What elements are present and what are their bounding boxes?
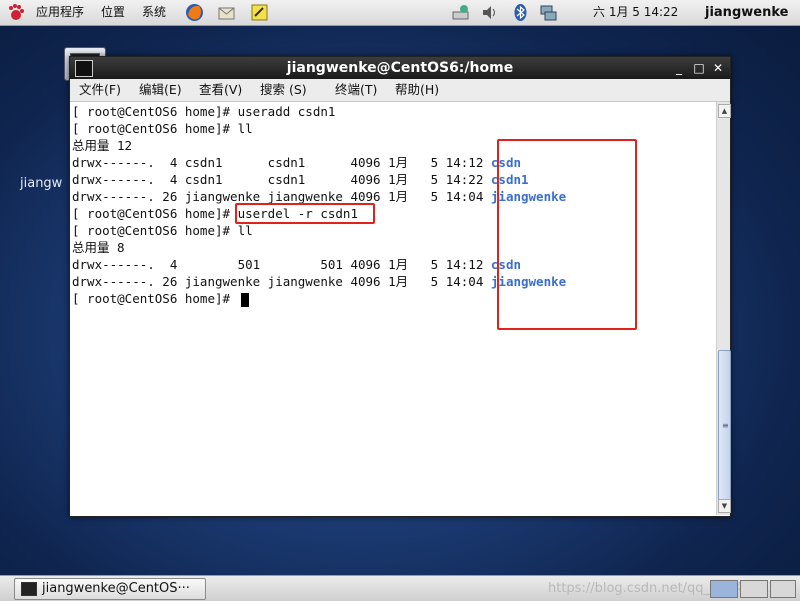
terminal-line: 总用量 8 [72, 240, 125, 255]
clock[interactable]: 六 1月 5 14:22 [593, 0, 678, 25]
user-menu[interactable]: jiangwenke [705, 0, 788, 25]
taskbar-window-button[interactable]: jiangwenke@CentOS··· [14, 578, 206, 600]
scroll-up-icon[interactable]: ▲ [718, 104, 731, 118]
window-title: jiangwenke@CentOS6:/home [286, 60, 514, 76]
text-cursor [241, 293, 249, 307]
close-icon[interactable]: ✕ [711, 61, 725, 75]
network-manager-icon[interactable] [539, 3, 558, 22]
terminal-output[interactable]: [ root@CentOS6 home]# useradd csdn1 [ ro… [70, 102, 716, 515]
maximize-icon[interactable]: □ [692, 61, 706, 75]
terminal-line: [ root@CentOS6 home]# ll [72, 121, 253, 136]
terminal-line: drwx------. 4 501 501 4096 1月 5 14:12 cs… [72, 257, 521, 272]
scroll-down-icon[interactable]: ▼ [718, 499, 731, 513]
desktop-icon-label: jiangw [20, 176, 63, 191]
menu-applications[interactable]: 应用程序 [36, 0, 84, 25]
vertical-scrollbar[interactable]: ▲ ≡ ▼ [716, 102, 731, 515]
top-panel: 应用程序 位置 系统 六 1月 5 14:22 jiangwenke [0, 0, 800, 26]
terminal-icon [21, 582, 37, 596]
trash-icon[interactable] [770, 580, 796, 598]
volume-icon[interactable] [480, 3, 499, 22]
terminal-line: [ root@CentOS6 home]# [72, 291, 238, 306]
menu-system[interactable]: 系统 [142, 0, 166, 25]
terminal-line: [ root@CentOS6 home]# useradd csdn1 [72, 104, 336, 119]
bluetooth-icon[interactable] [511, 3, 530, 22]
minimize-icon[interactable]: _ [672, 61, 686, 75]
terminal-line: drwx------. 4 csdn1 csdn1 4096 1月 5 14:1… [72, 155, 521, 170]
workspace-1[interactable] [710, 580, 738, 598]
menu-terminal[interactable]: 终端(T) [335, 79, 377, 101]
annotation-box-command [235, 203, 375, 224]
firefox-icon[interactable] [185, 3, 204, 22]
text-editor-icon[interactable] [250, 3, 269, 22]
network-status-icon[interactable] [451, 3, 470, 22]
menu-help[interactable]: 帮助(H) [395, 79, 439, 101]
gnome-foot-icon[interactable] [6, 3, 25, 22]
terminal-line: drwx------. 26 jiangwenke jiangwenke 409… [72, 274, 567, 289]
bottom-panel: jiangwenke@CentOS··· https://blog.csdn.n… [0, 575, 800, 601]
taskbar-label: jiangwenke@CentOS··· [42, 581, 190, 596]
menu-search[interactable]: 搜索 (S) [260, 79, 307, 101]
mail-client-icon[interactable] [217, 3, 236, 22]
menu-view[interactable]: 查看(V) [199, 79, 242, 101]
terminal-line: 总用量 12 [72, 138, 133, 153]
terminal-window: jiangwenke@CentOS6:/home _ □ ✕ 文件(F) 编辑(… [69, 56, 731, 517]
menu-places[interactable]: 位置 [101, 0, 125, 25]
menu-bar: 文件(F) 编辑(E) 查看(V) 搜索 (S) 终端(T) 帮助(H) [70, 79, 730, 102]
menu-edit[interactable]: 编辑(E) [139, 79, 182, 101]
window-titlebar[interactable]: jiangwenke@CentOS6:/home _ □ ✕ [70, 57, 730, 79]
menu-file[interactable]: 文件(F) [79, 79, 121, 101]
annotation-box-directories [497, 139, 637, 330]
scrollbar-thumb[interactable]: ≡ [718, 350, 731, 502]
workspace-2[interactable] [740, 580, 768, 598]
terminal-line: [ root@CentOS6 home]# ll [72, 223, 253, 238]
terminal-line: drwx------. 4 csdn1 csdn1 4096 1月 5 14:2… [72, 172, 529, 187]
